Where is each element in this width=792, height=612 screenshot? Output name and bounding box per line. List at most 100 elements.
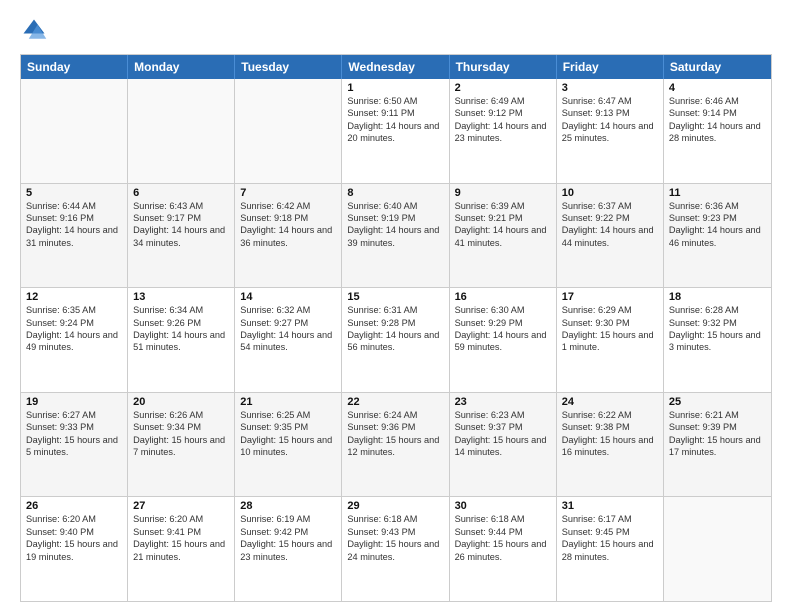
day-cell-7: 7Sunrise: 6:42 AM Sunset: 9:18 PM Daylig… [235, 184, 342, 288]
logo [20, 16, 52, 44]
day-cell-9: 9Sunrise: 6:39 AM Sunset: 9:21 PM Daylig… [450, 184, 557, 288]
day-cell-15: 15Sunrise: 6:31 AM Sunset: 9:28 PM Dayli… [342, 288, 449, 392]
day-number: 9 [455, 187, 551, 199]
day-cell-5: 5Sunrise: 6:44 AM Sunset: 9:16 PM Daylig… [21, 184, 128, 288]
page: SundayMondayTuesdayWednesdayThursdayFrid… [0, 0, 792, 612]
day-cell-29: 29Sunrise: 6:18 AM Sunset: 9:43 PM Dayli… [342, 497, 449, 601]
day-cell-12: 12Sunrise: 6:35 AM Sunset: 9:24 PM Dayli… [21, 288, 128, 392]
day-number: 30 [455, 500, 551, 512]
day-number: 23 [455, 396, 551, 408]
calendar-row-1: 5Sunrise: 6:44 AM Sunset: 9:16 PM Daylig… [21, 183, 771, 288]
day-number: 5 [26, 187, 122, 199]
cell-info: Sunrise: 6:36 AM Sunset: 9:23 PM Dayligh… [669, 200, 766, 250]
day-number: 11 [669, 187, 766, 199]
cell-info: Sunrise: 6:30 AM Sunset: 9:29 PM Dayligh… [455, 304, 551, 354]
empty-cell [128, 79, 235, 183]
header-day-sunday: Sunday [21, 55, 128, 79]
day-number: 24 [562, 396, 658, 408]
logo-icon [20, 16, 48, 44]
calendar-body: 1Sunrise: 6:50 AM Sunset: 9:11 PM Daylig… [21, 79, 771, 601]
day-cell-20: 20Sunrise: 6:26 AM Sunset: 9:34 PM Dayli… [128, 393, 235, 497]
cell-info: Sunrise: 6:44 AM Sunset: 9:16 PM Dayligh… [26, 200, 122, 250]
day-cell-22: 22Sunrise: 6:24 AM Sunset: 9:36 PM Dayli… [342, 393, 449, 497]
cell-info: Sunrise: 6:24 AM Sunset: 9:36 PM Dayligh… [347, 409, 443, 459]
day-number: 26 [26, 500, 122, 512]
header-day-tuesday: Tuesday [235, 55, 342, 79]
day-cell-26: 26Sunrise: 6:20 AM Sunset: 9:40 PM Dayli… [21, 497, 128, 601]
calendar-header: SundayMondayTuesdayWednesdayThursdayFrid… [21, 55, 771, 79]
header-day-wednesday: Wednesday [342, 55, 449, 79]
cell-info: Sunrise: 6:26 AM Sunset: 9:34 PM Dayligh… [133, 409, 229, 459]
cell-info: Sunrise: 6:20 AM Sunset: 9:40 PM Dayligh… [26, 513, 122, 563]
day-cell-28: 28Sunrise: 6:19 AM Sunset: 9:42 PM Dayli… [235, 497, 342, 601]
day-number: 7 [240, 187, 336, 199]
calendar-row-3: 19Sunrise: 6:27 AM Sunset: 9:33 PM Dayli… [21, 392, 771, 497]
cell-info: Sunrise: 6:42 AM Sunset: 9:18 PM Dayligh… [240, 200, 336, 250]
day-number: 2 [455, 82, 551, 94]
cell-info: Sunrise: 6:20 AM Sunset: 9:41 PM Dayligh… [133, 513, 229, 563]
calendar-row-0: 1Sunrise: 6:50 AM Sunset: 9:11 PM Daylig… [21, 79, 771, 183]
cell-info: Sunrise: 6:35 AM Sunset: 9:24 PM Dayligh… [26, 304, 122, 354]
day-number: 13 [133, 291, 229, 303]
day-number: 3 [562, 82, 658, 94]
cell-info: Sunrise: 6:17 AM Sunset: 9:45 PM Dayligh… [562, 513, 658, 563]
cell-info: Sunrise: 6:21 AM Sunset: 9:39 PM Dayligh… [669, 409, 766, 459]
header-day-friday: Friday [557, 55, 664, 79]
day-number: 6 [133, 187, 229, 199]
header-day-monday: Monday [128, 55, 235, 79]
day-number: 25 [669, 396, 766, 408]
cell-info: Sunrise: 6:29 AM Sunset: 9:30 PM Dayligh… [562, 304, 658, 354]
day-number: 21 [240, 396, 336, 408]
day-cell-31: 31Sunrise: 6:17 AM Sunset: 9:45 PM Dayli… [557, 497, 664, 601]
day-cell-8: 8Sunrise: 6:40 AM Sunset: 9:19 PM Daylig… [342, 184, 449, 288]
cell-info: Sunrise: 6:25 AM Sunset: 9:35 PM Dayligh… [240, 409, 336, 459]
empty-cell [235, 79, 342, 183]
day-cell-24: 24Sunrise: 6:22 AM Sunset: 9:38 PM Dayli… [557, 393, 664, 497]
day-number: 16 [455, 291, 551, 303]
cell-info: Sunrise: 6:47 AM Sunset: 9:13 PM Dayligh… [562, 95, 658, 145]
empty-cell [21, 79, 128, 183]
day-number: 22 [347, 396, 443, 408]
day-cell-25: 25Sunrise: 6:21 AM Sunset: 9:39 PM Dayli… [664, 393, 771, 497]
day-cell-27: 27Sunrise: 6:20 AM Sunset: 9:41 PM Dayli… [128, 497, 235, 601]
day-cell-3: 3Sunrise: 6:47 AM Sunset: 9:13 PM Daylig… [557, 79, 664, 183]
day-number: 17 [562, 291, 658, 303]
cell-info: Sunrise: 6:34 AM Sunset: 9:26 PM Dayligh… [133, 304, 229, 354]
empty-cell [664, 497, 771, 601]
day-number: 19 [26, 396, 122, 408]
cell-info: Sunrise: 6:18 AM Sunset: 9:44 PM Dayligh… [455, 513, 551, 563]
header [20, 16, 772, 44]
day-number: 4 [669, 82, 766, 94]
day-cell-1: 1Sunrise: 6:50 AM Sunset: 9:11 PM Daylig… [342, 79, 449, 183]
calendar-row-4: 26Sunrise: 6:20 AM Sunset: 9:40 PM Dayli… [21, 496, 771, 601]
day-number: 10 [562, 187, 658, 199]
day-cell-18: 18Sunrise: 6:28 AM Sunset: 9:32 PM Dayli… [664, 288, 771, 392]
cell-info: Sunrise: 6:27 AM Sunset: 9:33 PM Dayligh… [26, 409, 122, 459]
day-cell-30: 30Sunrise: 6:18 AM Sunset: 9:44 PM Dayli… [450, 497, 557, 601]
day-number: 15 [347, 291, 443, 303]
day-number: 12 [26, 291, 122, 303]
day-cell-6: 6Sunrise: 6:43 AM Sunset: 9:17 PM Daylig… [128, 184, 235, 288]
cell-info: Sunrise: 6:18 AM Sunset: 9:43 PM Dayligh… [347, 513, 443, 563]
header-day-thursday: Thursday [450, 55, 557, 79]
cell-info: Sunrise: 6:32 AM Sunset: 9:27 PM Dayligh… [240, 304, 336, 354]
day-cell-23: 23Sunrise: 6:23 AM Sunset: 9:37 PM Dayli… [450, 393, 557, 497]
day-number: 8 [347, 187, 443, 199]
day-cell-11: 11Sunrise: 6:36 AM Sunset: 9:23 PM Dayli… [664, 184, 771, 288]
cell-info: Sunrise: 6:46 AM Sunset: 9:14 PM Dayligh… [669, 95, 766, 145]
day-cell-14: 14Sunrise: 6:32 AM Sunset: 9:27 PM Dayli… [235, 288, 342, 392]
cell-info: Sunrise: 6:28 AM Sunset: 9:32 PM Dayligh… [669, 304, 766, 354]
day-number: 27 [133, 500, 229, 512]
day-number: 14 [240, 291, 336, 303]
cell-info: Sunrise: 6:22 AM Sunset: 9:38 PM Dayligh… [562, 409, 658, 459]
cell-info: Sunrise: 6:19 AM Sunset: 9:42 PM Dayligh… [240, 513, 336, 563]
calendar-row-2: 12Sunrise: 6:35 AM Sunset: 9:24 PM Dayli… [21, 287, 771, 392]
cell-info: Sunrise: 6:23 AM Sunset: 9:37 PM Dayligh… [455, 409, 551, 459]
cell-info: Sunrise: 6:49 AM Sunset: 9:12 PM Dayligh… [455, 95, 551, 145]
day-number: 1 [347, 82, 443, 94]
header-day-saturday: Saturday [664, 55, 771, 79]
cell-info: Sunrise: 6:50 AM Sunset: 9:11 PM Dayligh… [347, 95, 443, 145]
day-cell-21: 21Sunrise: 6:25 AM Sunset: 9:35 PM Dayli… [235, 393, 342, 497]
cell-info: Sunrise: 6:31 AM Sunset: 9:28 PM Dayligh… [347, 304, 443, 354]
day-cell-10: 10Sunrise: 6:37 AM Sunset: 9:22 PM Dayli… [557, 184, 664, 288]
